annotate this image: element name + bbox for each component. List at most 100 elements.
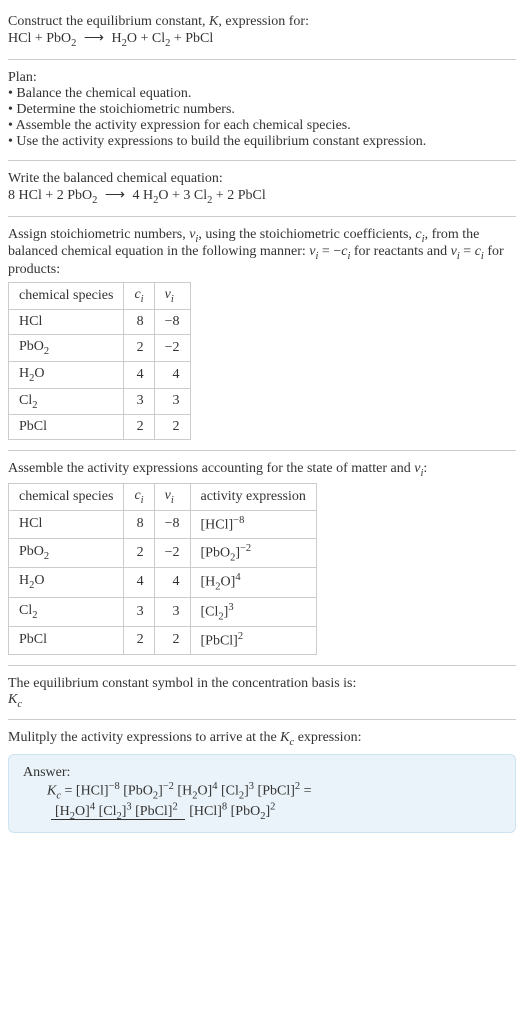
sub-i: i [171, 294, 174, 305]
answer-box: Answer: Kc = [HCl]−8 [PbO2]−2 [H2O]4 [Cl… [8, 754, 516, 833]
divider [8, 59, 516, 60]
stoich-table: chemical species ci νi HCl8−8 PbO22−2 H2… [8, 282, 191, 440]
table-row: HCl8−8 [9, 309, 191, 334]
text: Mulitply the activity expressions to arr… [8, 730, 280, 745]
cell-species: H2O [9, 361, 124, 388]
eq-rhs: H [111, 31, 121, 46]
term: [Cl [217, 784, 238, 799]
sp: PbO [19, 339, 44, 354]
cell-species: PbO2 [9, 538, 124, 567]
sup: 2 [172, 802, 177, 813]
answer-label: Answer: [23, 765, 501, 781]
eq-rhs: + 2 PbCl [212, 188, 265, 203]
divider [8, 160, 516, 161]
assemble-activity: Assemble the activity expressions accoun… [8, 455, 516, 660]
plan-title: Plan: [8, 70, 516, 86]
cell-species: HCl [9, 510, 124, 538]
divider [8, 216, 516, 217]
cell-c: 3 [124, 388, 154, 415]
cell-activity: [HCl]−8 [190, 510, 316, 538]
sup: −2 [163, 781, 174, 792]
col-ci: ci [124, 484, 154, 511]
sup: 2 [238, 631, 243, 642]
text: Assemble the activity expressions accoun… [8, 461, 414, 476]
term: [H [174, 784, 192, 799]
divider [8, 450, 516, 451]
activity-table: chemical species ci νi activity expressi… [8, 483, 317, 654]
cell-activity: [PbO2]−2 [190, 538, 316, 567]
cell-c: 4 [124, 568, 154, 597]
table-header-row: chemical species ci νi [9, 283, 191, 310]
table-header-row: chemical species ci νi activity expressi… [9, 484, 317, 511]
cell-c: 2 [124, 538, 154, 567]
cell-c: 2 [124, 626, 154, 654]
col-species: chemical species [9, 484, 124, 511]
term: O] [75, 804, 90, 819]
text: , using the stoichiometric coefficients, [198, 227, 415, 242]
cell-activity: [H2O]4 [190, 568, 316, 597]
cell-c: 3 [124, 597, 154, 626]
numerator: [H2O]4 [Cl2]3 [PbCl]2 [51, 804, 185, 820]
cell-species: Cl2 [9, 388, 124, 415]
sup: 3 [228, 602, 233, 613]
eq-lhs: 8 HCl + 2 PbO [8, 188, 92, 203]
sp: HCl [19, 516, 42, 531]
table-row: Cl233 [9, 388, 191, 415]
assign-stoich: Assign stoichiometric numbers, νi, using… [8, 221, 516, 447]
expr: [H [201, 575, 216, 590]
table-row: PbO22−2 [9, 334, 191, 361]
text: The equilibrium constant symbol in the c… [8, 676, 516, 692]
sp: H [19, 573, 29, 588]
cell-c: 4 [124, 361, 154, 388]
text: expression: [294, 730, 361, 745]
balanced-equation: Write the balanced chemical equation: 8 … [8, 165, 516, 212]
cell-v: 4 [154, 568, 190, 597]
intro-text2: , expression for: [218, 14, 309, 29]
sub-i: i [171, 495, 174, 506]
intro-text: Construct the equilibrium constant, [8, 14, 209, 29]
cell-v: −8 [154, 309, 190, 334]
cell-activity: [Cl2]3 [190, 597, 316, 626]
eq: = [HCl] [61, 784, 109, 799]
final-expression: Mulitply the activity expressions to arr… [8, 724, 516, 839]
sp: Cl [19, 603, 32, 618]
eq-rhs: 4 H [132, 188, 153, 203]
eq-constant-symbol: The equilibrium constant symbol in the c… [8, 670, 516, 716]
sub: 2 [32, 399, 37, 410]
sp: HCl [19, 314, 42, 329]
sub: 2 [44, 346, 49, 357]
sp: PbO [19, 544, 44, 559]
cell-c: 8 [124, 510, 154, 538]
term: [PbO [227, 804, 260, 819]
cell-species: PbCl [9, 626, 124, 654]
expr: O] [221, 575, 236, 590]
divider [8, 665, 516, 666]
balanced-title: Write the balanced chemical equation: [8, 171, 516, 187]
cell-c: 2 [124, 415, 154, 440]
expr: [HCl] [201, 518, 234, 533]
denominator: [HCl]8 [PbO2]2 [185, 804, 279, 819]
term: [HCl] [189, 804, 222, 819]
sub: 2 [32, 610, 37, 621]
arrow-icon: ⟶ [80, 31, 108, 46]
divider [8, 719, 516, 720]
cell-species: H2O [9, 568, 124, 597]
plan-item: • Use the activity expressions to build … [8, 134, 516, 150]
table-row: HCl8−8[HCl]−8 [9, 510, 317, 538]
sp: PbCl [19, 419, 47, 434]
sup: −8 [109, 781, 120, 792]
cell-v: −8 [154, 510, 190, 538]
text: = [460, 244, 475, 259]
arrow-icon: ⟶ [101, 188, 129, 203]
term: O] [197, 784, 212, 799]
table-row: PbCl22[PbCl]2 [9, 626, 317, 654]
cell-activity: [PbCl]2 [190, 626, 316, 654]
sup: −8 [233, 515, 244, 526]
col-nui: νi [154, 283, 190, 310]
sub: 2 [92, 195, 97, 206]
plan-item: • Assemble the activity expression for e… [8, 118, 516, 134]
expr: [PbO [201, 545, 231, 560]
sub-i: i [141, 294, 144, 305]
eq: = [300, 784, 311, 799]
sp: O [34, 573, 44, 588]
